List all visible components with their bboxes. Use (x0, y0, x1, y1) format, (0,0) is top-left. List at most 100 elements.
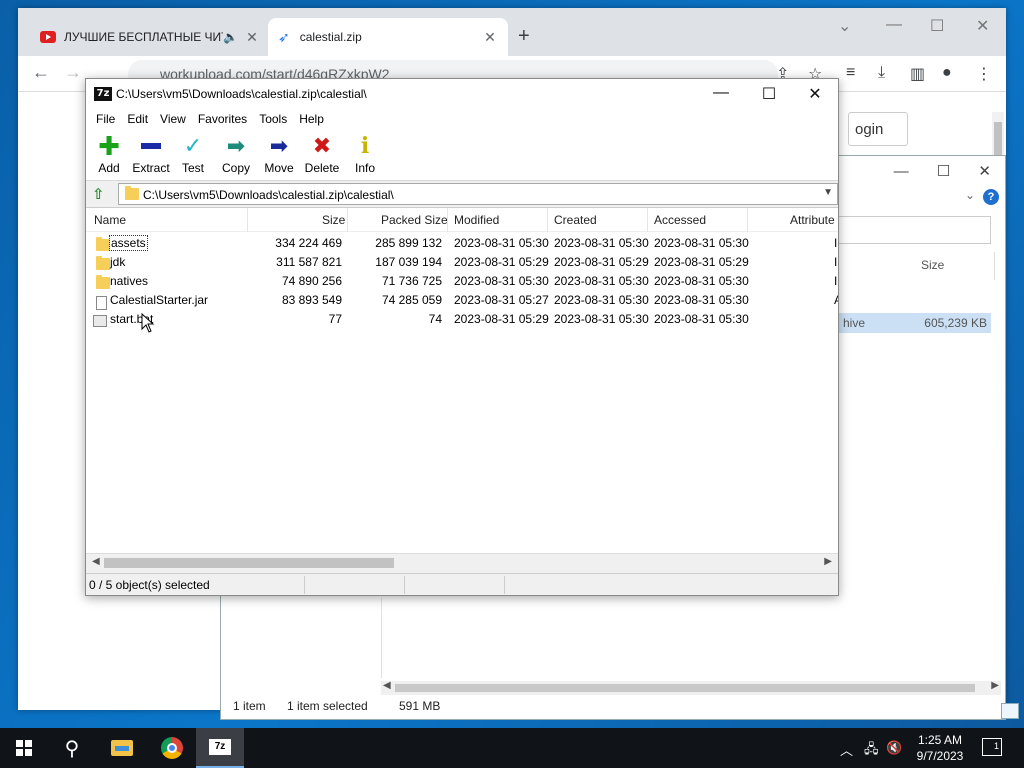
column-accessed[interactable]: Accessed (654, 213, 706, 227)
column-attributes[interactable]: Attribute (790, 213, 835, 227)
menu-icon[interactable]: ⋮ (976, 64, 992, 84)
column-modified[interactable]: Modified (454, 213, 499, 227)
sevenzip-icon: 7z (209, 739, 231, 755)
menu-file[interactable]: File (90, 109, 121, 129)
minimize-button[interactable]: — (698, 84, 744, 102)
created-date: 2023-08-31 05:30 (554, 274, 649, 288)
copy-icon: ➡ (226, 133, 246, 158)
speaker-icon[interactable]: 🔈 (223, 30, 238, 44)
test-button[interactable]: ✓ Test (170, 133, 216, 176)
maximize-button[interactable]: ☐ (937, 163, 950, 180)
close-tab-icon[interactable]: ✕ (482, 29, 498, 46)
scroll-thumb[interactable] (104, 558, 394, 568)
minimize-button[interactable]: — (886, 16, 902, 34)
file-list: Name Size Packed Size Modified Created A… (86, 207, 838, 553)
chevron-down-icon[interactable]: ▼ (823, 187, 833, 198)
list-item[interactable]: jdk 311 587 821 187 039 194 2023-08-31 0… (86, 252, 838, 271)
file-size: 83 893 549 (281, 293, 342, 307)
list-item[interactable]: hive 605,239 KB (837, 313, 991, 333)
chevron-down-icon[interactable]: ⌄ (965, 188, 975, 202)
status-bar: 0 / 5 object(s) selected (86, 573, 838, 595)
new-tab-button[interactable]: + (518, 26, 530, 46)
copy-button[interactable]: ➡ Copy (213, 133, 259, 176)
folder-up-icon[interactable]: ⇧ (92, 185, 108, 203)
divider (404, 576, 405, 594)
menu-favorites[interactable]: Favorites (192, 109, 253, 129)
side-panel-icon[interactable]: ▥ (910, 64, 925, 84)
close-button[interactable]: ✕ (976, 16, 989, 36)
extract-button[interactable]: Extract (128, 133, 174, 175)
chevron-down-icon[interactable]: ⌄ (838, 16, 851, 36)
folder-icon (125, 186, 139, 200)
start-button[interactable] (0, 728, 48, 768)
media-icon[interactable]: ≡ (846, 64, 855, 82)
column-name[interactable]: Name (94, 213, 126, 227)
info-label: Info (354, 161, 375, 175)
close-button[interactable]: ✕ (978, 163, 991, 180)
packed-size: 74 (428, 312, 442, 326)
size-column-header[interactable]: Size (921, 258, 944, 272)
chevron-up-icon[interactable]: ︿ (840, 740, 853, 759)
menu-tools[interactable]: Tools (253, 109, 293, 129)
scroll-right-icon[interactable]: ▶ (991, 680, 999, 691)
taskbar-chrome[interactable] (148, 728, 196, 768)
tab-youtube[interactable]: ЛУЧШИЕ БЕСПЛАТНЫЕ ЧИТ 🔈 ✕ (30, 18, 270, 56)
menu-view[interactable]: View (154, 109, 192, 129)
help-icon[interactable]: ? (983, 189, 999, 205)
column-packed-size[interactable]: Packed Size (381, 213, 448, 227)
close-button[interactable]: ✕ (792, 84, 838, 104)
add-label: Add (98, 161, 120, 175)
taskbar-file-explorer[interactable] (98, 728, 146, 768)
list-item[interactable]: natives 74 890 256 71 736 725 2023-08-31… (86, 271, 838, 290)
maximize-button[interactable]: ☐ (746, 84, 792, 104)
clock[interactable]: 1:25 AM 9/7/2023 (908, 732, 972, 764)
taskbar-7zip[interactable]: 7z (196, 728, 244, 768)
toolbar: ✚ Add Extract ✓ Test ➡ Copy ➡ Move ✖ Del… (86, 129, 838, 181)
attributes: I (834, 255, 838, 269)
test-label: Test (181, 161, 204, 175)
search-icon[interactable]: ⚲ (48, 728, 96, 768)
column-created[interactable]: Created (554, 213, 597, 227)
column-size[interactable]: Size (322, 213, 345, 227)
notification-icon[interactable]: 1 (982, 738, 1002, 756)
file-size: 334 224 469 (275, 236, 342, 250)
delete-icon: ✖ (312, 133, 332, 158)
volume-muted-icon[interactable]: 🔇 (886, 740, 902, 756)
add-button[interactable]: ✚ Add (86, 133, 132, 175)
youtube-icon (40, 31, 56, 43)
scroll-left-icon[interactable]: ◀ (92, 556, 100, 567)
horizontal-scrollbar[interactable]: ◀ ▶ (86, 553, 838, 571)
info-button[interactable]: i Info (342, 133, 388, 175)
delete-button[interactable]: ✖ Delete (299, 133, 345, 176)
list-item[interactable]: CalestialStarter.jar 83 893 549 74 285 0… (86, 290, 838, 310)
minimize-button[interactable]: — (894, 163, 909, 180)
list-item[interactable]: start.bat 77 74 2023-08-31 05:29 2023-08… (86, 309, 838, 328)
divider (304, 576, 305, 594)
divider (747, 208, 748, 232)
download-icon[interactable]: ⤓ (878, 64, 885, 82)
created-date: 2023-08-31 05:30 (554, 312, 649, 326)
rocket-icon: ➶ (278, 28, 290, 45)
scroll-right-icon[interactable]: ▶ (824, 556, 832, 567)
maximize-button[interactable]: ☐ (930, 16, 944, 36)
info-icon: i (360, 133, 370, 159)
login-button[interactable]: ogin (848, 112, 908, 146)
move-button[interactable]: ➡ Move (256, 133, 302, 176)
modified-date: 2023-08-31 05:29 (454, 312, 549, 326)
menu-edit[interactable]: Edit (121, 109, 154, 129)
menu-help[interactable]: Help (293, 109, 330, 129)
list-item[interactable]: assets 334 224 469 285 899 132 2023-08-3… (86, 233, 838, 252)
address-combobox[interactable]: C:\Users\vm5\Downloads\calestial.zip\cal… (118, 183, 838, 205)
large-icons-view-icon[interactable] (1001, 703, 1019, 719)
delete-label: Delete (304, 161, 340, 175)
network-icon[interactable]: 🖧 (864, 740, 879, 762)
tab-calestial[interactable]: ➶ calestial.zip ✕ (268, 18, 508, 56)
forward-icon[interactable]: → (64, 62, 82, 83)
item-count: 1 item (233, 699, 266, 713)
file-name: CalestialStarter.jar (110, 293, 209, 307)
back-icon[interactable]: ← (32, 62, 50, 83)
profile-icon[interactable]: ● (942, 64, 952, 82)
close-tab-icon[interactable]: ✕ (244, 29, 260, 46)
scroll-left-icon[interactable]: ◀ (383, 680, 391, 691)
search-input[interactable] (831, 216, 991, 244)
